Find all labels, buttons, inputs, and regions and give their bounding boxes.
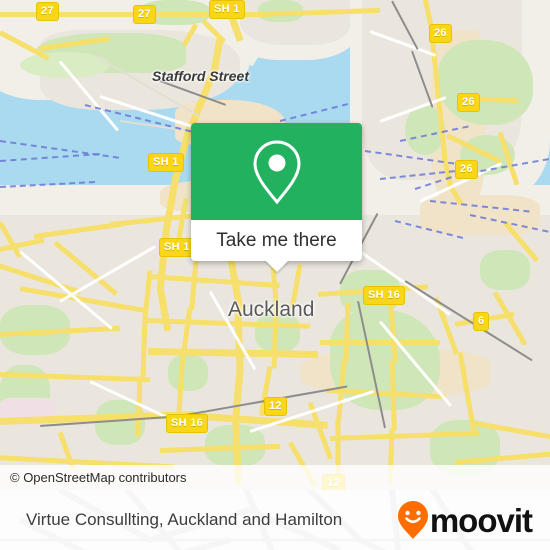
map-canvas[interactable]: Stafford Street Auckland 27 27 SH 1 26 26 26 S…: [0, 0, 550, 490]
take-me-there-popup[interactable]: Take me there: [191, 123, 362, 272]
popup-image-area: [191, 123, 362, 220]
park-area: [480, 250, 530, 290]
route-shield: SH 16: [363, 286, 406, 305]
attribution-text: © OpenStreetMap contributors: [10, 470, 187, 485]
road-segment: [320, 340, 440, 345]
moovit-wordmark: moovit: [429, 501, 533, 539]
route-shield: 27: [133, 5, 156, 24]
popup-pointer-tail: [264, 260, 289, 272]
route-shield: SH 16: [166, 414, 209, 433]
map-attribution[interactable]: © OpenStreetMap contributors: [0, 465, 550, 490]
map-street-label: Stafford Street: [152, 68, 249, 84]
park-area: [438, 40, 533, 125]
page-footer: Virtue Consullting, Auckland and Hamilto…: [0, 490, 550, 550]
moovit-smiley-pin-icon: [397, 501, 428, 539]
park-area: [168, 355, 208, 391]
route-shield: 26: [457, 93, 480, 112]
route-shield: 6: [473, 312, 490, 331]
road-segment: [0, 12, 195, 17]
route-shield: 12: [264, 397, 287, 416]
route-shield: 26: [455, 160, 478, 179]
map-place-label: Auckland: [228, 298, 315, 321]
moovit-map-screenshot: Stafford Street Auckland 27 27 SH 1 26 26 26 S…: [0, 0, 550, 550]
route-shield: 26: [429, 24, 452, 43]
map-pin-icon: [252, 139, 301, 204]
route-shield: SH 1: [209, 0, 245, 19]
route-shield: SH 1: [159, 238, 195, 257]
popup-action-bar[interactable]: Take me there: [191, 220, 362, 272]
take-me-there-label: Take me there: [216, 229, 337, 251]
route-shield: SH 1: [148, 153, 184, 172]
moovit-logo[interactable]: moovit: [397, 501, 533, 539]
route-shield: 27: [36, 2, 59, 21]
page-title: Virtue Consullting, Auckland and Hamilto…: [26, 510, 343, 529]
